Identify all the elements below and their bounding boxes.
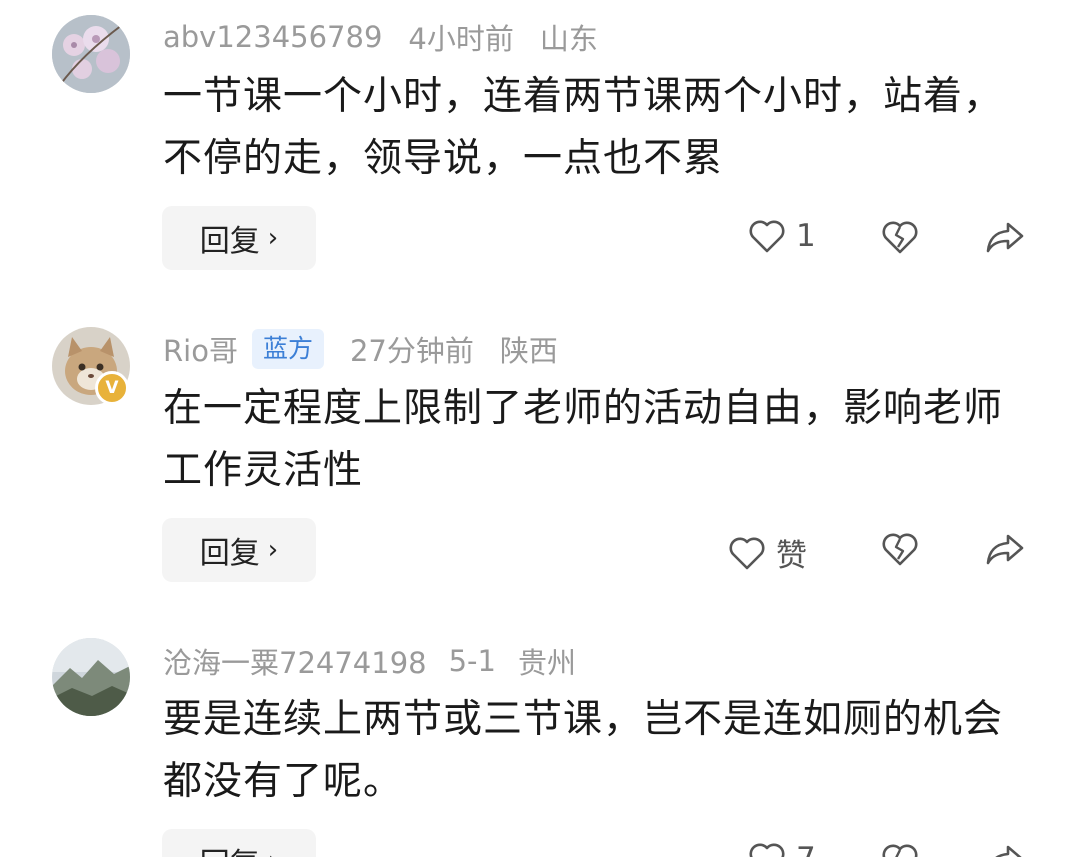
comment-time: 5-1 [448,644,496,678]
verified-badge: V [95,371,129,405]
comment-time: 4小时前 [408,22,514,56]
comment-text: 在一定程度上限制了老师的活动自由，影响老师工作灵活性 [163,386,1004,493]
heart-outline-icon [749,220,785,253]
chevron-right-icon: › [267,223,279,253]
like-button[interactable]: 1 [748,218,816,254]
share-arrow-icon [986,222,1024,253]
reply-button[interactable]: 回复 › [162,518,316,582]
username[interactable]: abv123456789 [163,20,382,54]
reply-label: 回复 [199,224,260,259]
broken-heart-icon [882,844,918,857]
comment-meta: abv123456789 4小时前 山东 [163,17,598,57]
reply-button[interactable]: 回复 › [162,829,316,857]
share-arrow-icon [986,534,1024,565]
broken-heart-icon [882,221,918,254]
comment-location: 山东 [539,22,598,56]
like-button[interactable]: 赞 [728,530,807,575]
chevron-right-icon: › [267,535,279,565]
verified-mark: V [105,378,119,398]
comment-location: 贵州 [517,646,576,680]
stance-badge: 蓝方 [251,329,324,369]
share-button[interactable] [984,841,1026,857]
flower-avatar-icon [52,15,130,93]
comment-list: abv123456789 4小时前 山东 一节课一个小时，连着两节课两个小时，站… [0,0,1080,857]
chevron-right-icon: › [268,846,278,857]
share-arrow-icon [995,845,1022,857]
share-button[interactable] [984,530,1026,572]
comment-text: 一节课一个小时，连着两节课两个小时，站着，不停的走，领导说，一点也不累 [163,74,1004,181]
like-button[interactable]: 7 [748,841,816,857]
user-avatar[interactable] [52,15,130,93]
username[interactable]: Rio哥 [163,328,238,370]
comment-meta: Rio哥 蓝方 27分钟前 陕西 [163,329,558,369]
comment-meta: 沧海一粟72474198 5-1 贵州 [163,641,576,681]
username[interactable]: 沧海一粟72474198 [163,640,427,682]
comment-actions: 7 [740,831,1040,857]
like-count: 7 [796,841,816,857]
dislike-button[interactable] [880,530,920,572]
dislike-button[interactable] [880,218,920,260]
share-button[interactable] [984,218,1026,260]
comment-time: 27分钟前 [349,334,474,368]
reply-label: 回复 [200,839,260,857]
dislike-button[interactable] [880,841,920,857]
heart-outline-icon [729,537,765,569]
mountain-avatar-icon [52,638,130,716]
user-avatar[interactable] [52,638,130,716]
broken-heart-icon [882,533,918,566]
comment-text: 要是连续上两节或三节课，岂不是连如厕的机会都没有了呢。 [163,697,1004,804]
reply-label: 回复 [199,536,260,571]
comment-actions: 1 [740,208,1040,268]
like-label: 赞 [776,538,807,574]
like-count: 1 [796,218,816,254]
comment-location: 陕西 [499,334,558,368]
heart-outline-icon [749,843,785,857]
reply-button[interactable]: 回复 › [162,206,316,270]
comment-actions: 赞 [729,520,1040,580]
